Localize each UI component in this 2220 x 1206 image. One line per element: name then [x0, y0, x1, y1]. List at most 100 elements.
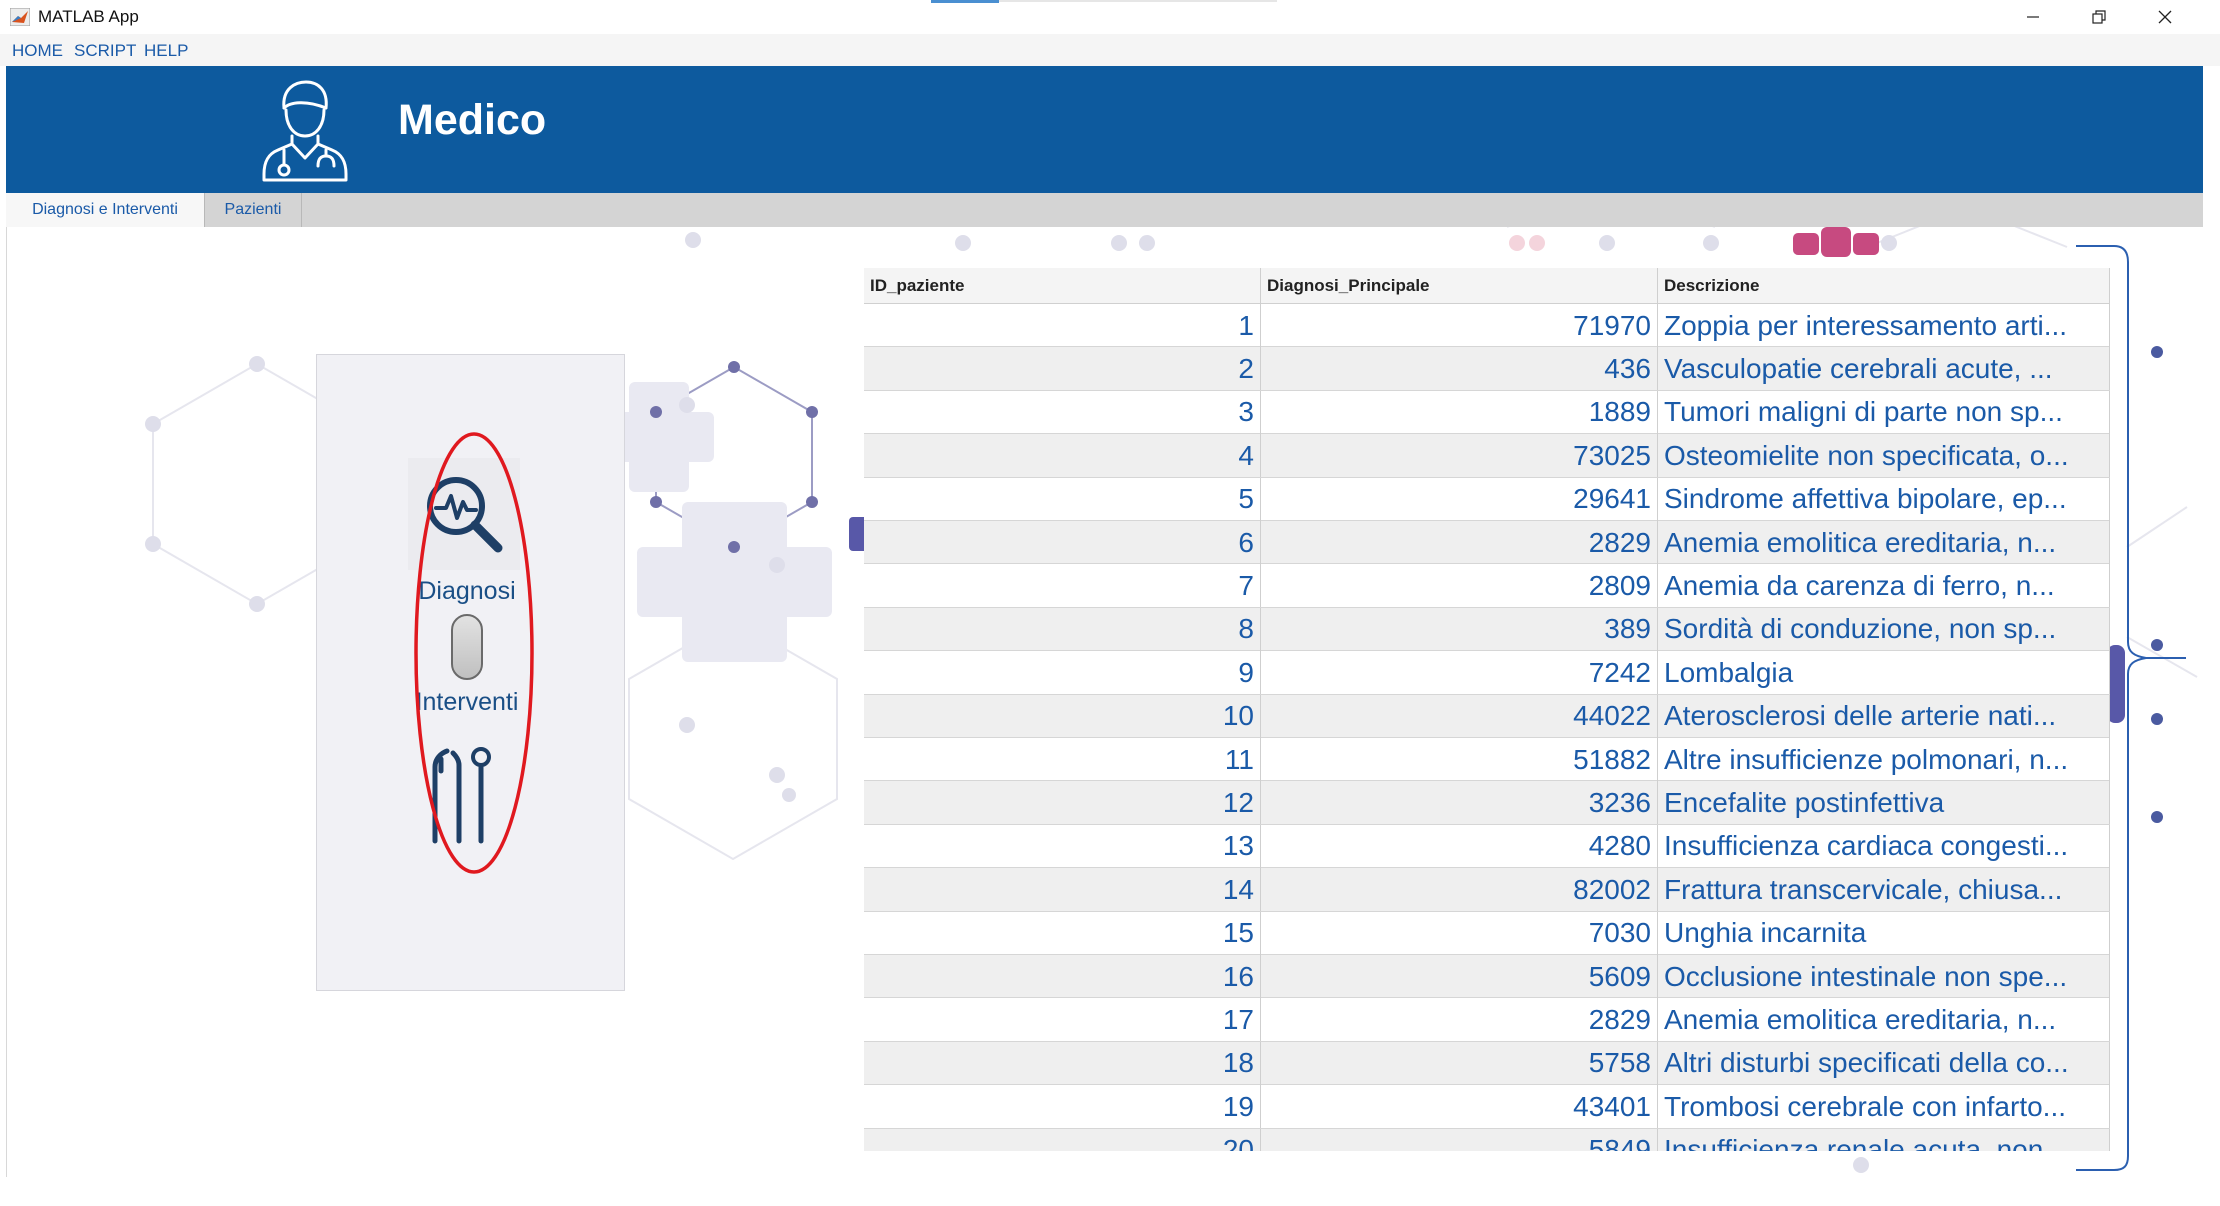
table-cell-descrizione[interactable]: Trombosi cerebrale con infarto... — [1658, 1085, 2110, 1129]
table-row[interactable]: 3 1889 Tumori maligni di parte non sp... — [864, 390, 2110, 435]
table-row[interactable]: 9 7242 Lombalgia — [864, 651, 2110, 695]
table-row[interactable]: 19 43401 Trombosi cerebrale con infarto... — [864, 1085, 2110, 1129]
table-row[interactable]: 6 2829 Anemia emolitica ereditaria, n... — [864, 521, 2110, 565]
column-header-diagnosi-principale[interactable]: Diagnosi_Principale — [1261, 268, 1658, 304]
table-cell-diagnosi[interactable]: 29641 — [1261, 477, 1658, 521]
table-cell-id[interactable]: 18 — [864, 1041, 1261, 1085]
table-row[interactable]: 18 5758 Altri disturbi specificati della c… — [864, 1041, 2110, 1086]
table-cell-id[interactable]: 7 — [864, 564, 1261, 608]
matlab-app-icon — [10, 8, 30, 26]
table-cell-descrizione[interactable]: Anemia emolitica ereditaria, n... — [1658, 998, 2110, 1042]
table-cell-diagnosi[interactable]: 3236 — [1261, 781, 1658, 825]
close-icon — [2158, 10, 2172, 24]
table-cell-diagnosi[interactable]: 7030 — [1261, 911, 1658, 955]
table-cell-id[interactable]: 3 — [864, 390, 1261, 434]
table-cell-id[interactable]: 6 — [864, 521, 1261, 564]
table-cell-descrizione[interactable]: Vasculopatie cerebrali acute, ... — [1658, 347, 2110, 391]
table-cell-descrizione[interactable]: Occlusione intestinale non spe... — [1658, 955, 2110, 998]
table-row[interactable]: 12 3236 Encefalite postinfettiva — [864, 781, 2110, 825]
table-cell-descrizione[interactable]: Anemia emolitica ereditaria, n... — [1658, 521, 2110, 564]
table-cell-id[interactable]: 16 — [864, 955, 1261, 998]
table-row[interactable]: 16 5609 Occlusione intestinale non spe... — [864, 955, 2110, 999]
menu-home[interactable]: HOME — [12, 41, 63, 61]
table-cell-id[interactable]: 5 — [864, 477, 1261, 521]
table-cell-descrizione[interactable]: Altre insufficienze polmonari, n... — [1658, 738, 2110, 781]
table-cell-descrizione[interactable]: Altri disturbi specificati della co... — [1658, 1041, 2110, 1085]
table-row[interactable]: 7 2809 Anemia da carenza di ferro, n... — [864, 564, 2110, 608]
table-cell-descrizione[interactable]: Zoppia per interessamento arti... — [1658, 304, 2110, 347]
table-cell-id[interactable]: 9 — [864, 651, 1261, 695]
table-cell-diagnosi[interactable]: 73025 — [1261, 434, 1658, 478]
table-cell-diagnosi[interactable]: 2829 — [1261, 998, 1658, 1042]
table-cell-diagnosi[interactable]: 436 — [1261, 347, 1658, 391]
table-cell-diagnosi[interactable]: 5758 — [1261, 1041, 1658, 1085]
highlight-ellipse — [414, 432, 534, 874]
title-tab-divider — [999, 0, 1277, 2]
menu-script[interactable]: SCRIPT — [74, 41, 136, 61]
header-banner: Medico — [6, 66, 2203, 193]
table-cell-id[interactable]: 13 — [864, 824, 1261, 868]
table-cell-descrizione[interactable]: Insufficienza cardiaca congesti... — [1658, 824, 2110, 868]
table-cell-id[interactable]: 8 — [864, 607, 1261, 651]
table-cell-id[interactable]: 1 — [864, 304, 1261, 347]
table-row[interactable]: 13 4280 Insufficienza cardiaca congesti... — [864, 824, 2110, 869]
table-cell-id[interactable]: 20 — [864, 1128, 1261, 1151]
table-cell-diagnosi[interactable]: 4280 — [1261, 824, 1658, 868]
table-header: ID_paziente Diagnosi_Principale Descrizi… — [864, 268, 2110, 304]
close-button[interactable] — [2132, 0, 2198, 34]
table-cell-descrizione[interactable]: Insufficienza renale acuta, non... — [1658, 1128, 2110, 1151]
table-cell-id[interactable]: 17 — [864, 998, 1261, 1042]
table-cell-id[interactable]: 15 — [864, 911, 1261, 955]
table-row[interactable]: 14 82002 Frattura transcervicale, chiusa..… — [864, 868, 2110, 912]
table-cell-id[interactable]: 10 — [864, 694, 1261, 738]
table-row[interactable]: 17 2829 Anemia emolitica ereditaria, n... — [864, 998, 2110, 1042]
column-header-id-paziente[interactable]: ID_paziente — [864, 268, 1261, 304]
table-cell-diagnosi[interactable]: 5849 — [1261, 1128, 1658, 1151]
table-cell-diagnosi[interactable]: 82002 — [1261, 868, 1658, 912]
tab-pazienti[interactable]: Pazienti — [204, 193, 302, 227]
table-row[interactable]: 20 5849 Insufficienza renale acuta, non... — [864, 1128, 2110, 1151]
table-cell-diagnosi[interactable]: 44022 — [1261, 694, 1658, 738]
table-row[interactable]: 4 73025 Osteomielite non specificata, o... — [864, 434, 2110, 478]
table-cell-descrizione[interactable]: Sordità di conduzione, non sp... — [1658, 607, 2110, 651]
menu-help[interactable]: HELP — [144, 41, 188, 61]
table-row[interactable]: 2 436 Vasculopatie cerebrali acute, ... — [864, 347, 2110, 391]
table-cell-descrizione[interactable]: Frattura transcervicale, chiusa... — [1658, 868, 2110, 912]
table-cell-id[interactable]: 19 — [864, 1085, 1261, 1129]
table-cell-descrizione[interactable]: Tumori maligni di parte non sp... — [1658, 390, 2110, 434]
tab-strip: Diagnosi e Interventi Pazienti — [6, 193, 2203, 227]
tab-diagnosi-e-interventi[interactable]: Diagnosi e Interventi — [6, 193, 204, 227]
restore-icon — [2092, 10, 2106, 24]
table-cell-diagnosi[interactable]: 2809 — [1261, 564, 1658, 608]
table-cell-descrizione[interactable]: Anemia da carenza di ferro, n... — [1658, 564, 2110, 608]
table-cell-descrizione[interactable]: Sindrome affettiva bipolare, ep... — [1658, 477, 2110, 521]
table-cell-descrizione[interactable]: Aterosclerosi delle arterie nati... — [1658, 694, 2110, 738]
table-cell-id[interactable]: 12 — [864, 781, 1261, 825]
table-cell-diagnosi[interactable]: 389 — [1261, 607, 1658, 651]
table-row[interactable]: 8 389 Sordità di conduzione, non sp... — [864, 607, 2110, 652]
table-row[interactable]: 1 71970 Zoppia per interessamento arti... — [864, 304, 2110, 348]
table-cell-diagnosi[interactable]: 5609 — [1261, 955, 1658, 998]
table-cell-descrizione[interactable]: Encefalite postinfettiva — [1658, 781, 2110, 825]
column-header-descrizione[interactable]: Descrizione — [1658, 268, 2110, 304]
table-cell-diagnosi[interactable]: 1889 — [1261, 390, 1658, 434]
table-row[interactable]: 11 51882 Altre insufficienze polmonari, n.… — [864, 738, 2110, 782]
table-cell-id[interactable]: 2 — [864, 347, 1261, 391]
table-row[interactable]: 5 29641 Sindrome affettiva bipolare, ep... — [864, 477, 2110, 521]
table-row[interactable]: 15 7030 Unghia incarnita — [864, 911, 2110, 955]
table-cell-descrizione[interactable]: Lombalgia — [1658, 651, 2110, 695]
table-cell-descrizione[interactable]: Osteomielite non specificata, o... — [1658, 434, 2110, 478]
maximize-button[interactable] — [2066, 0, 2132, 34]
table-cell-diagnosi[interactable]: 2829 — [1261, 521, 1658, 564]
table-cell-diagnosi[interactable]: 7242 — [1261, 651, 1658, 695]
patients-diagnosis-table[interactable]: ID_paziente Diagnosi_Principale Descrizi… — [864, 268, 2110, 1151]
table-cell-diagnosi[interactable]: 43401 — [1261, 1085, 1658, 1129]
table-cell-id[interactable]: 11 — [864, 738, 1261, 781]
minimize-button[interactable] — [2000, 0, 2066, 34]
table-cell-id[interactable]: 14 — [864, 868, 1261, 912]
table-cell-diagnosi[interactable]: 71970 — [1261, 304, 1658, 347]
table-cell-descrizione[interactable]: Unghia incarnita — [1658, 911, 2110, 955]
table-row[interactable]: 10 44022 Aterosclerosi delle arterie nati.… — [864, 694, 2110, 738]
table-cell-id[interactable]: 4 — [864, 434, 1261, 478]
table-cell-diagnosi[interactable]: 51882 — [1261, 738, 1658, 781]
